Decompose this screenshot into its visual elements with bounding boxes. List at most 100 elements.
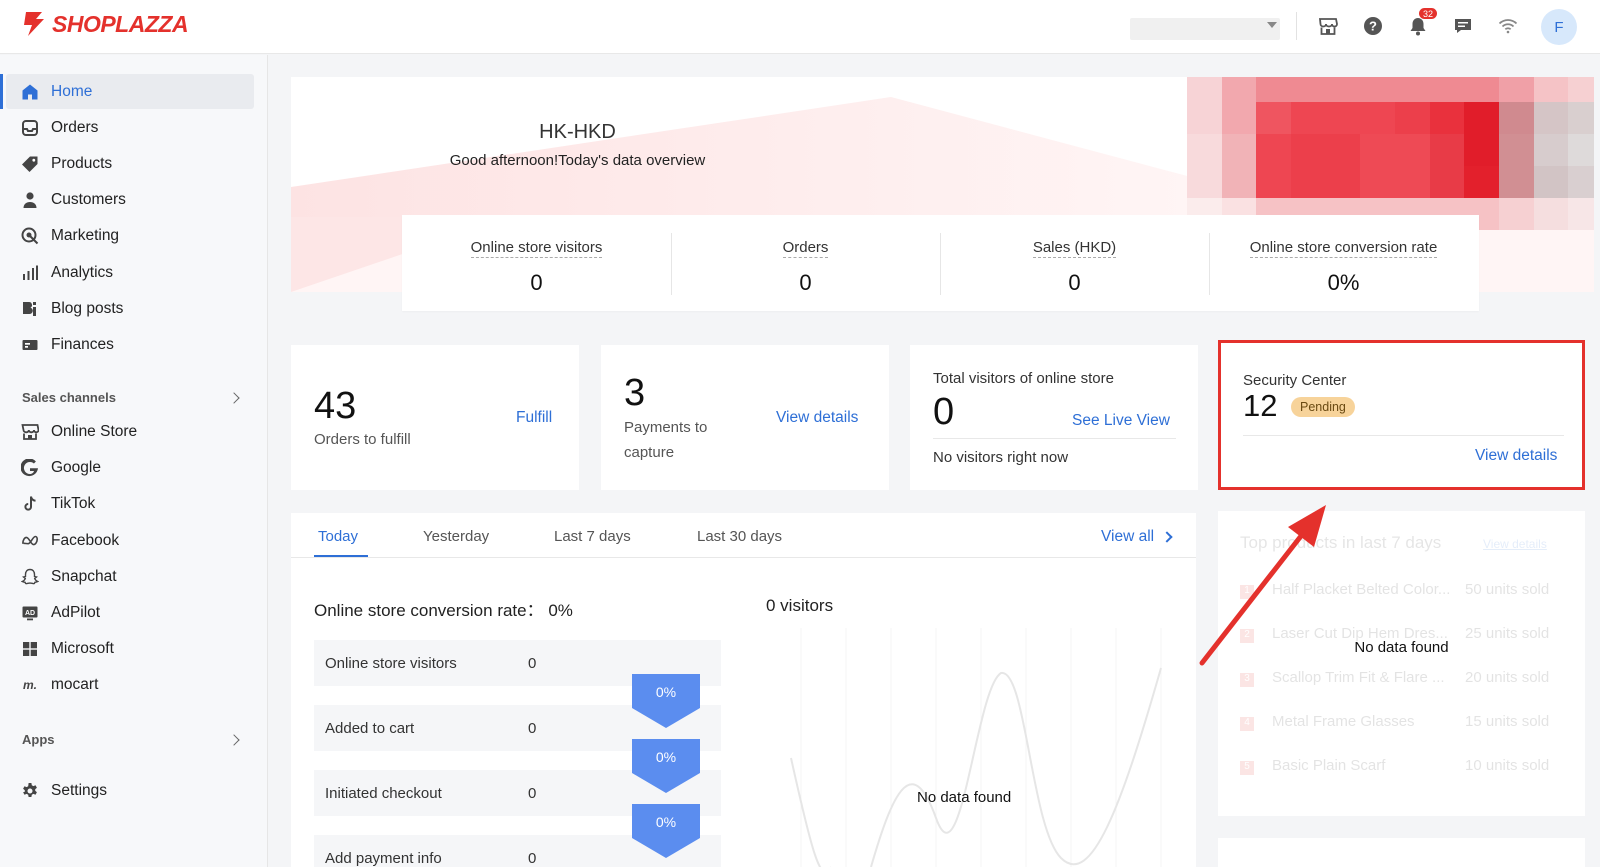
help-icon[interactable]: ?: [1361, 14, 1385, 38]
marketing-icon: [21, 227, 39, 245]
chevron-right-icon[interactable]: [1161, 531, 1173, 543]
payments-label-line2: capture: [624, 444, 675, 461]
payments-to-capture-card: 3 Payments to capture View details: [601, 345, 889, 490]
apps-header[interactable]: Apps: [22, 732, 55, 747]
sidebar-item-orders[interactable]: Orders: [6, 110, 254, 145]
stat-online-store-visitors[interactable]: Online store visitors 0: [402, 215, 671, 311]
store-selector[interactable]: [1130, 18, 1280, 40]
security-title: Security Center: [1243, 372, 1347, 389]
tab-last-30-days[interactable]: Last 30 days: [697, 528, 782, 545]
visitors-chart-title: 0 visitors: [766, 596, 834, 615]
product-sold: 10 units sold: [1465, 757, 1550, 774]
sidebar-item-google[interactable]: Google: [6, 450, 254, 485]
blur-pixel: [1325, 134, 1361, 166]
sidebar-item-label: AdPilot: [51, 603, 101, 621]
blur-pixel: [1256, 134, 1291, 166]
chevron-down-icon[interactable]: [1267, 22, 1277, 28]
sidebar-item-customers[interactable]: Customers: [6, 182, 254, 217]
stat-sales[interactable]: Sales (HKD) 0: [940, 215, 1209, 311]
microsoft-icon: [21, 640, 39, 658]
divider: [291, 557, 1196, 558]
stat-conversion-rate[interactable]: Online store conversion rate 0%: [1209, 215, 1478, 311]
gear-icon: [21, 782, 39, 800]
blur-pixel: [1568, 102, 1594, 134]
stat-label: Orders: [782, 239, 829, 258]
fulfill-link[interactable]: Fulfill: [516, 409, 552, 427]
divider: [933, 438, 1176, 439]
view-all-label: View all: [1101, 528, 1155, 545]
brand-name: SHOPLAZZA: [52, 10, 189, 37]
orders-to-fulfill-card: 43 Orders to fulfill Fulfill: [291, 345, 579, 490]
sidebar-item-online-store[interactable]: Online Store: [6, 414, 254, 449]
blur-pixel: [1360, 134, 1395, 166]
blur-pixel: [1360, 77, 1395, 102]
sales-channels-header[interactable]: Sales channels: [22, 390, 116, 405]
blur-pixel: [1291, 166, 1326, 198]
product-name: Metal Frame Glasses: [1272, 713, 1415, 730]
sidebar-item-adpilot[interactable]: AD AdPilot: [6, 595, 254, 630]
chart-no-data: No data found: [917, 789, 1012, 806]
sidebar-item-label: Products: [51, 154, 113, 172]
sidebar-item-settings[interactable]: Settings: [6, 773, 254, 808]
chevron-right-icon[interactable]: [228, 734, 240, 746]
sidebar-item-finances[interactable]: Finances: [6, 327, 254, 362]
conversion-rate-label: Online store conversion rate： 0%: [314, 601, 573, 620]
store-icon[interactable]: [1316, 14, 1340, 38]
home-icon: [21, 83, 39, 101]
sidebar-item-facebook[interactable]: Facebook: [6, 523, 254, 558]
top-products-view-details[interactable]: View details: [1483, 537, 1547, 551]
funnel-rate-arrow: 0%: [632, 804, 700, 858]
wifi-icon[interactable]: [1496, 14, 1520, 38]
sidebar-item-blog-posts[interactable]: Blog posts: [6, 291, 254, 326]
security-view-details-link[interactable]: View details: [1475, 447, 1557, 465]
blur-pixel: [1464, 77, 1499, 102]
blur-pixel: [1533, 102, 1569, 134]
sidebar-item-mocart[interactable]: m. mocart: [6, 667, 254, 702]
blur-pixel: [1221, 166, 1257, 198]
tiktok-icon: [21, 495, 39, 513]
sidebar-item-label: Customers: [51, 190, 126, 208]
blur-pixel: [1533, 198, 1569, 230]
stat-value: 0%: [1327, 270, 1360, 295]
blur-pixel: [1533, 166, 1569, 198]
status-badge: Pending: [1291, 397, 1355, 417]
blur-pixel: [1429, 102, 1465, 134]
sidebar-item-products[interactable]: Products: [6, 146, 254, 181]
funnel-rate: 0%: [656, 684, 676, 700]
sidebar-item-snapchat[interactable]: Snapchat: [6, 559, 254, 594]
sidebar-item-analytics[interactable]: Analytics: [6, 255, 254, 290]
sidebar-item-label: Settings: [51, 781, 108, 799]
funnel-value: 0: [528, 719, 537, 737]
view-all-link[interactable]: View all: [1101, 528, 1154, 546]
shoplazza-logo[interactable]: SHOPLAZZA: [22, 10, 189, 38]
funnel-rate-arrow: 0%: [632, 674, 700, 728]
security-count: 12: [1243, 388, 1278, 423]
stat-label: Sales (HKD): [1032, 239, 1117, 258]
payments-label-line1: Payments to: [624, 419, 708, 436]
sidebar-item-home[interactable]: Home: [0, 74, 254, 109]
chat-icon[interactable]: [1451, 14, 1475, 38]
blur-pixel: [1533, 134, 1569, 166]
see-live-view-link[interactable]: See Live View: [1072, 412, 1170, 430]
avatar[interactable]: F: [1541, 9, 1577, 45]
sidebar-item-tiktok[interactable]: TikTok: [6, 486, 254, 521]
visitors-note: No visitors right now: [933, 449, 1069, 466]
sidebar-item-label: Online Store: [51, 422, 138, 440]
finances-icon: [21, 336, 39, 354]
funnel-rate: 0%: [656, 814, 676, 830]
tab-last-7-days[interactable]: Last 7 days: [554, 528, 631, 545]
blur-pixel: [1464, 166, 1499, 198]
tab-yesterday[interactable]: Yesterday: [423, 528, 489, 545]
blur-pixel: [1499, 102, 1534, 134]
tab-today[interactable]: Today: [318, 528, 358, 545]
sidebar-item-microsoft[interactable]: Microsoft: [6, 631, 254, 666]
chevron-right-icon[interactable]: [228, 392, 240, 404]
blur-pixel: [1360, 102, 1395, 134]
total-visitors-card: Total visitors of online store 0 See Liv…: [910, 345, 1198, 490]
sidebar-item-label: Marketing: [51, 226, 120, 244]
sidebar-item-marketing[interactable]: Marketing: [6, 218, 254, 253]
payments-view-details-link[interactable]: View details: [776, 409, 858, 427]
analytics-tabs-card: Today Yesterday Last 7 days Last 30 days…: [291, 513, 1196, 867]
stat-orders[interactable]: Orders 0: [671, 215, 940, 311]
blur-pixel: [1325, 166, 1361, 198]
